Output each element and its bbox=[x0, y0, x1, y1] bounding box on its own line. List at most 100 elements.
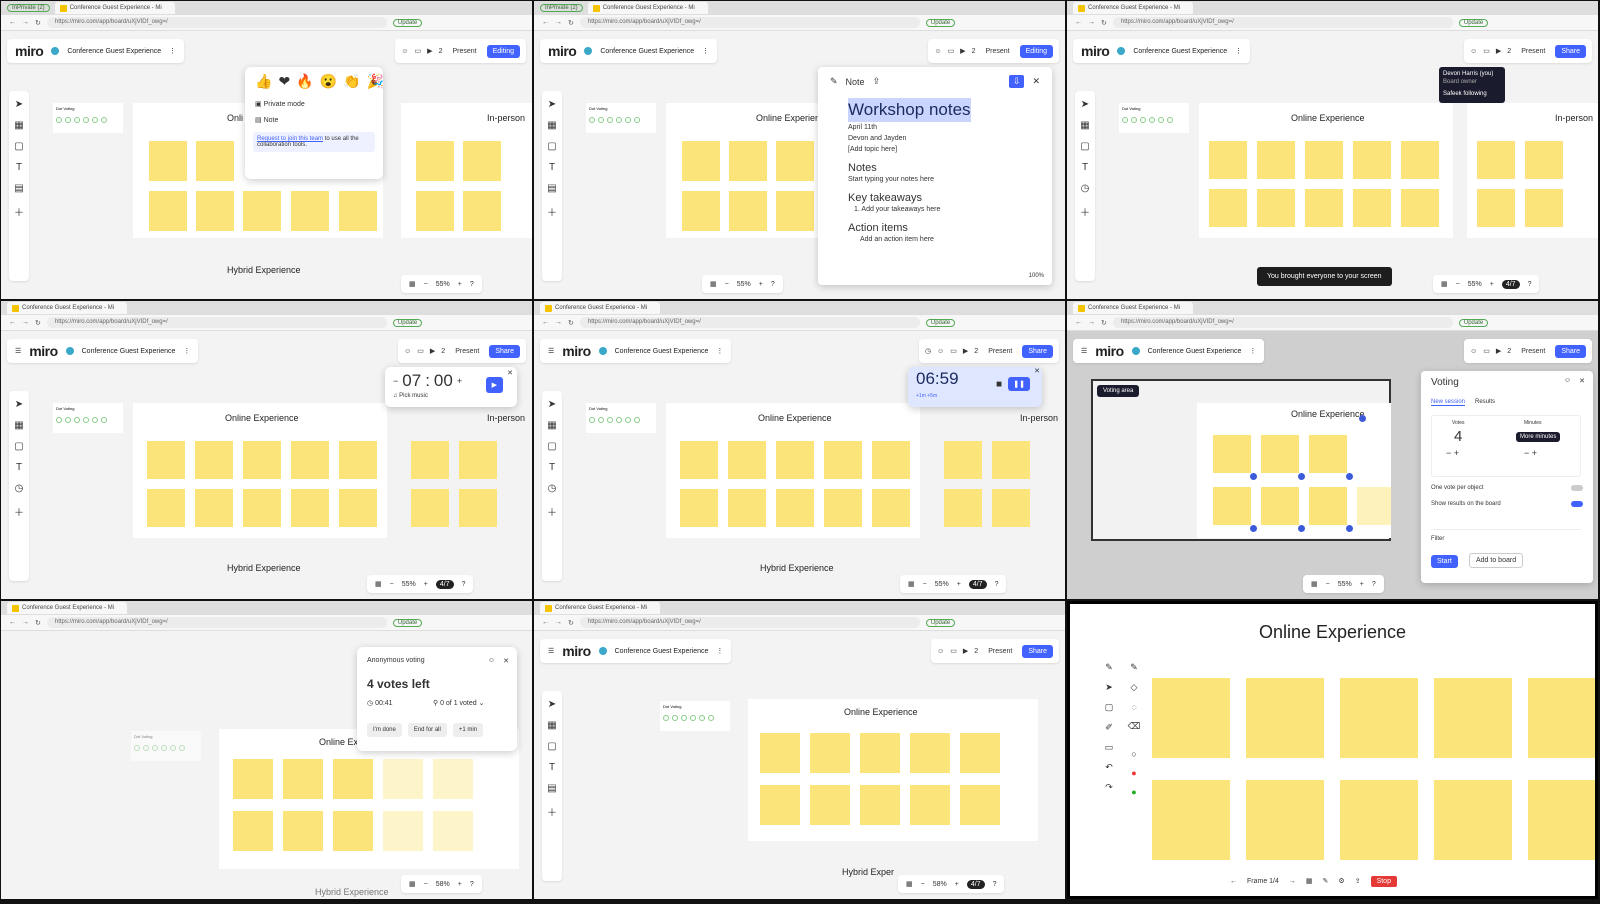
minimap-icon[interactable]: ▦ bbox=[409, 880, 416, 888]
add-1-min-button[interactable]: +1 min bbox=[452, 723, 484, 737]
help-icon[interactable]: ? bbox=[470, 881, 474, 888]
color-red-icon[interactable]: ● bbox=[1131, 768, 1136, 778]
zoom-level[interactable]: 55% bbox=[935, 581, 949, 588]
sticky-note[interactable] bbox=[333, 759, 373, 799]
update-button[interactable]: Update bbox=[925, 18, 956, 27]
select-icon[interactable]: ➤ bbox=[548, 399, 556, 410]
close-icon[interactable]: ✕ bbox=[503, 657, 509, 665]
sticky-icon[interactable]: ▢ bbox=[14, 141, 23, 152]
sticky-icon[interactable]: ▢ bbox=[547, 141, 556, 152]
add-1m-button[interactable]: +1m bbox=[916, 393, 926, 399]
sticky-note[interactable] bbox=[1257, 189, 1295, 227]
next-frame-icon[interactable]: → bbox=[1289, 878, 1296, 885]
share-button[interactable]: Share bbox=[489, 344, 520, 358]
share-button[interactable]: Share bbox=[1022, 644, 1053, 658]
sticky-note[interactable] bbox=[383, 759, 423, 799]
video-icon[interactable]: ▶ bbox=[427, 47, 432, 55]
refresh-icon[interactable]: ↻ bbox=[35, 19, 41, 27]
votes-stepper[interactable]: − + bbox=[1446, 448, 1459, 458]
board-name[interactable]: Conference Guest Experience bbox=[1148, 348, 1242, 355]
forward-icon[interactable]: → bbox=[22, 19, 29, 26]
comment-icon[interactable]: ▭ bbox=[417, 347, 424, 355]
help-icon[interactable]: ? bbox=[1528, 281, 1532, 288]
browser-tab[interactable]: Conference Guest Experience - Mi bbox=[7, 302, 127, 314]
sticky-icon[interactable]: ▢ bbox=[1105, 702, 1114, 713]
sticky-note[interactable] bbox=[1477, 189, 1515, 227]
user-count[interactable]: 2 bbox=[974, 648, 978, 655]
sticky-note[interactable] bbox=[1305, 141, 1343, 179]
user-count[interactable]: 2 bbox=[1507, 48, 1511, 55]
timer-plus-icon[interactable]: + bbox=[457, 376, 462, 386]
end-for-all-button[interactable]: End for all bbox=[407, 723, 447, 737]
sticky-note[interactable] bbox=[196, 141, 234, 181]
sticky-note[interactable] bbox=[680, 441, 718, 479]
minimap-icon[interactable]: ▦ bbox=[409, 280, 416, 288]
undo-icon[interactable]: ↶ bbox=[1105, 762, 1113, 773]
more-icon[interactable]: ⋮ bbox=[716, 647, 723, 655]
present-button[interactable]: Present bbox=[448, 46, 480, 57]
sticky-note[interactable] bbox=[291, 441, 329, 479]
timer-minutes[interactable]: 07 bbox=[402, 371, 421, 391]
add-5m-button[interactable]: +5m bbox=[927, 393, 937, 399]
url-field[interactable]: https://miro.com/app/board/uXjVIDf_owg=/ bbox=[579, 17, 920, 28]
frame-icon[interactable]: ▦ bbox=[1080, 120, 1089, 131]
zoom-in-icon[interactable]: + bbox=[957, 581, 961, 588]
zoom-in-icon[interactable]: + bbox=[458, 881, 462, 888]
update-button[interactable]: Update bbox=[392, 318, 423, 327]
back-icon[interactable]: ← bbox=[1075, 19, 1082, 26]
sticky-note[interactable] bbox=[1434, 678, 1512, 758]
sticky-note[interactable] bbox=[195, 441, 233, 479]
music-row[interactable]: ♫ Pick music bbox=[393, 393, 428, 399]
sticky-note[interactable] bbox=[283, 759, 323, 799]
sticky-note[interactable] bbox=[824, 441, 862, 479]
sticky-note[interactable] bbox=[810, 733, 850, 773]
participants-badge[interactable]: 4/7 bbox=[966, 879, 985, 889]
back-icon[interactable]: ← bbox=[542, 19, 549, 26]
sticky-note[interactable] bbox=[910, 733, 950, 773]
browser-tab[interactable]: Conference Guest Experience - Mi bbox=[1073, 302, 1193, 314]
sticky-note[interactable] bbox=[1528, 678, 1595, 758]
reactions-icon[interactable]: ☺ bbox=[937, 648, 944, 655]
video-icon[interactable]: ▶ bbox=[963, 347, 968, 355]
board-name[interactable]: Conference Guest Experience bbox=[67, 48, 161, 55]
timer-status-icon[interactable]: ◷ bbox=[925, 347, 931, 355]
url-field[interactable]: https://miro.com/app/board/uXjVIDf_owg=/ bbox=[579, 317, 920, 328]
user-count[interactable]: 2 bbox=[439, 48, 443, 55]
zoom-level[interactable]: 55% bbox=[737, 281, 751, 288]
sticky-note[interactable] bbox=[1525, 189, 1563, 227]
present-button[interactable]: Present bbox=[984, 346, 1016, 357]
zoom-level[interactable]: 58% bbox=[436, 881, 450, 888]
select-icon[interactable]: ➤ bbox=[548, 99, 556, 110]
frame-icon[interactable]: ▦ bbox=[547, 120, 556, 131]
help-icon[interactable]: ? bbox=[995, 581, 999, 588]
sticky-note[interactable] bbox=[195, 489, 233, 527]
sticky-note[interactable] bbox=[860, 785, 900, 825]
timer-seconds[interactable]: 00 bbox=[434, 371, 453, 391]
add-icon[interactable]: ＋ bbox=[547, 504, 557, 519]
sticky-note[interactable] bbox=[339, 489, 377, 527]
sticky-note[interactable] bbox=[411, 441, 449, 479]
comment-icon[interactable]: ▭ bbox=[948, 47, 955, 55]
board-canvas[interactable]: miro Conference Guest Experience ⋮ ☺ ▭ ▶ 2 Pre… bbox=[1, 31, 532, 299]
update-button[interactable]: Update bbox=[1458, 18, 1489, 27]
voted-status[interactable]: ⚲ 0 of 1 voted ⌄ bbox=[433, 699, 484, 707]
back-icon[interactable]: ← bbox=[542, 319, 549, 326]
sticky-note[interactable] bbox=[459, 489, 497, 527]
text-icon[interactable]: T bbox=[549, 762, 555, 773]
votes-value[interactable]: 4 bbox=[1454, 428, 1462, 445]
reactions-icon[interactable]: ☺ bbox=[937, 348, 944, 355]
sticky-note[interactable] bbox=[416, 191, 454, 231]
sticky-note[interactable] bbox=[196, 191, 234, 231]
forward-icon[interactable]: → bbox=[555, 19, 562, 26]
sticky-note[interactable] bbox=[1401, 189, 1439, 227]
browser-tab[interactable]: Conference Guest Experience - Mi bbox=[1073, 2, 1193, 14]
forward-icon[interactable]: → bbox=[1088, 19, 1095, 26]
menu-icon[interactable]: ☰ bbox=[1081, 347, 1087, 355]
sticky-note[interactable] bbox=[1525, 141, 1563, 179]
refresh-icon[interactable]: ↻ bbox=[35, 319, 41, 327]
board-canvas[interactable]: ☰ miro Conference Guest Experience ⋮ ☺ ▭ ▶ 2 Pr… bbox=[534, 631, 1065, 899]
select-icon[interactable]: ➤ bbox=[15, 399, 23, 410]
tab-new-session[interactable]: New session bbox=[1431, 399, 1466, 406]
sticky-note[interactable] bbox=[729, 141, 767, 181]
sticky-note[interactable] bbox=[416, 141, 454, 181]
